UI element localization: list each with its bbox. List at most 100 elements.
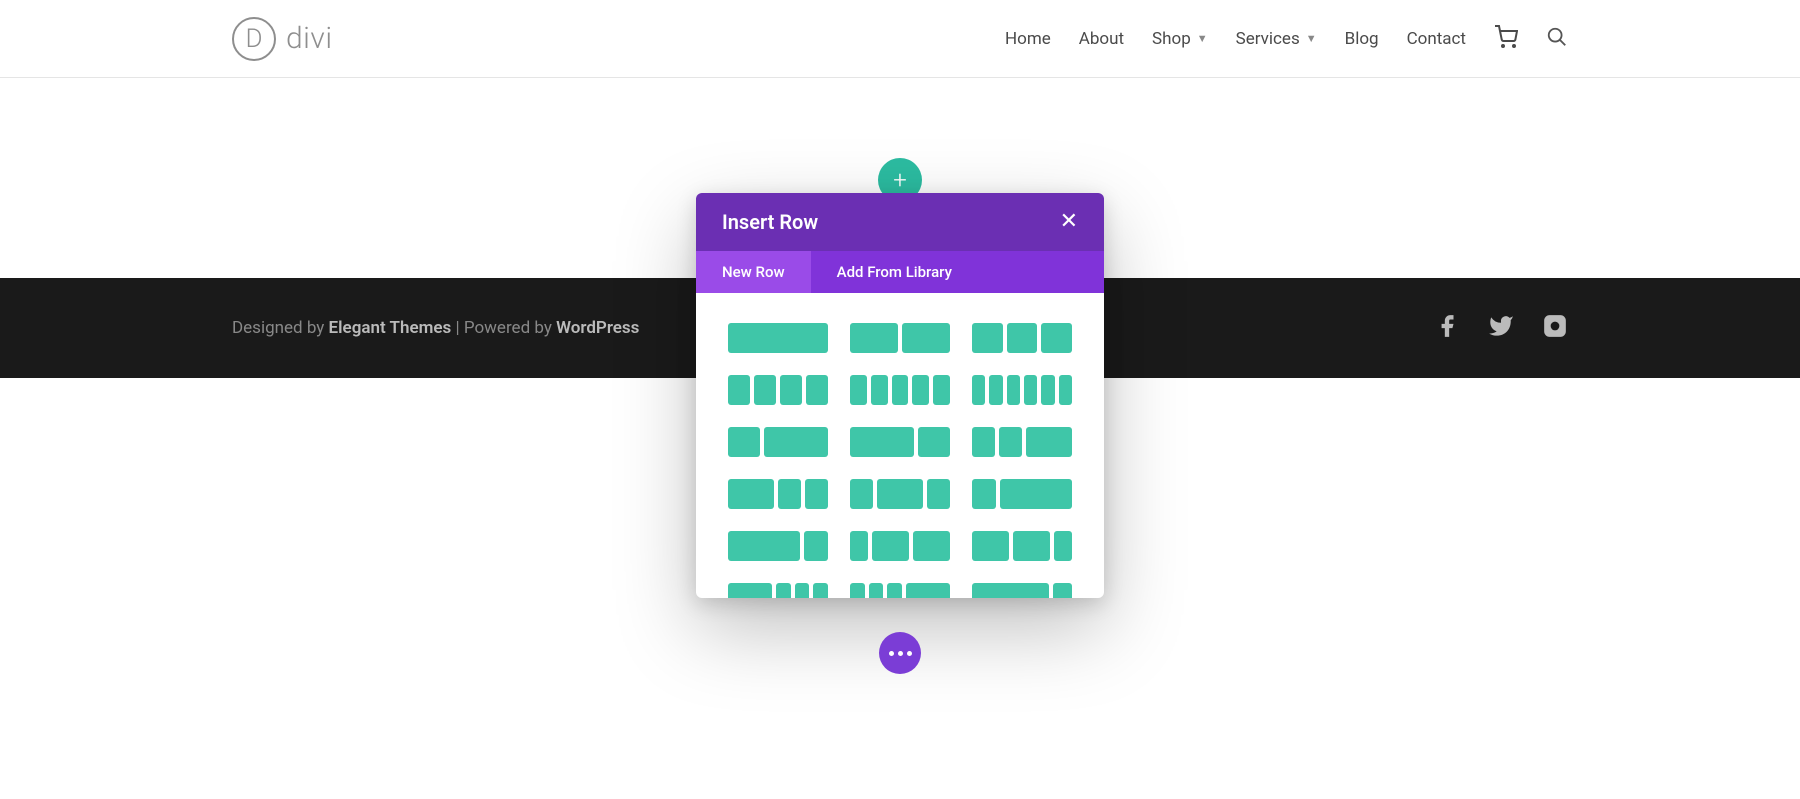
layout-column	[871, 375, 888, 405]
layout-column	[764, 427, 828, 457]
layout-column	[813, 583, 828, 598]
layout-column	[806, 375, 828, 405]
chevron-down-icon: ▼	[1306, 32, 1317, 45]
row-layout-option[interactable]	[850, 531, 950, 561]
layout-column	[999, 427, 1022, 457]
layout-column	[728, 375, 750, 405]
row-layout-option[interactable]	[972, 583, 1072, 598]
layout-column	[989, 375, 1002, 405]
cart-icon[interactable]	[1494, 25, 1518, 53]
footer-text: Designed by	[232, 318, 329, 338]
layout-column	[778, 479, 801, 509]
row-layouts-grid	[728, 323, 1072, 598]
plus-icon: +	[893, 166, 907, 194]
layout-column	[850, 479, 873, 509]
nav-about[interactable]: About	[1079, 29, 1124, 49]
row-layout-option[interactable]	[972, 323, 1072, 353]
layout-column	[804, 531, 828, 561]
row-layout-option[interactable]	[972, 375, 1072, 405]
layout-column	[728, 531, 800, 561]
layout-column	[728, 479, 774, 509]
layout-column	[1013, 531, 1050, 561]
row-layout-option[interactable]	[850, 375, 950, 405]
nav-label: Home	[1005, 29, 1051, 49]
nav-shop[interactable]: Shop ▼	[1152, 29, 1208, 49]
row-layout-option[interactable]	[728, 479, 828, 509]
footer-link-wordpress[interactable]: WordPress	[556, 318, 639, 338]
modal-header: Insert Row ✕	[696, 193, 1104, 251]
layout-column	[850, 531, 868, 561]
layout-column	[850, 323, 898, 353]
primary-nav: Home About Shop ▼ Services ▼ Blog Contact	[1005, 25, 1568, 53]
nav-services[interactable]: Services ▼	[1236, 29, 1317, 49]
facebook-icon[interactable]	[1434, 313, 1460, 344]
row-layout-option[interactable]	[850, 323, 950, 353]
nav-home[interactable]: Home	[1005, 29, 1051, 49]
row-layout-option[interactable]	[728, 427, 828, 457]
layout-column	[869, 583, 884, 598]
nav-label: About	[1079, 29, 1124, 49]
layout-column	[805, 479, 828, 509]
layout-column	[892, 375, 909, 405]
site-header: D divi Home About Shop ▼ Services ▼ Blog C…	[0, 0, 1800, 78]
layout-column	[1053, 583, 1072, 598]
row-layout-option[interactable]	[972, 479, 1072, 509]
layout-column	[776, 583, 791, 598]
layout-column	[850, 583, 865, 598]
row-layout-option[interactable]	[850, 479, 950, 509]
tab-add-from-library[interactable]: Add From Library	[811, 251, 978, 293]
row-layout-option[interactable]	[972, 427, 1072, 457]
nav-label: Blog	[1345, 29, 1379, 49]
row-layout-option[interactable]	[972, 531, 1072, 561]
layout-column	[912, 375, 929, 405]
layout-column	[1054, 531, 1072, 561]
more-options-button[interactable]	[879, 632, 921, 674]
row-layout-option[interactable]	[728, 375, 828, 405]
chevron-down-icon: ▼	[1197, 32, 1208, 45]
logo-mark: D	[232, 17, 276, 61]
modal-body	[696, 293, 1104, 598]
nav-blog[interactable]: Blog	[1345, 29, 1379, 49]
row-layout-option[interactable]	[728, 323, 828, 353]
layout-column	[1059, 375, 1072, 405]
nav-contact[interactable]: Contact	[1407, 29, 1466, 49]
logo-text: divi	[286, 21, 333, 56]
layout-column	[795, 583, 810, 598]
row-layout-option[interactable]	[728, 583, 828, 598]
layout-column	[902, 323, 950, 353]
close-icon[interactable]: ✕	[1060, 211, 1078, 233]
footer-credits: Designed by Elegant Themes | Powered by …	[232, 318, 639, 338]
layout-column	[887, 583, 902, 598]
layout-column	[728, 427, 760, 457]
insert-row-modal: Insert Row ✕ New Row Add From Library	[696, 193, 1104, 598]
layout-column	[1024, 375, 1037, 405]
layout-column	[1041, 323, 1072, 353]
search-icon[interactable]	[1546, 26, 1568, 52]
tab-new-row[interactable]: New Row	[696, 251, 811, 293]
twitter-icon[interactable]	[1488, 313, 1514, 344]
layout-column	[780, 375, 802, 405]
layout-column	[1041, 375, 1054, 405]
nav-label: Services	[1236, 29, 1300, 49]
instagram-icon[interactable]	[1542, 313, 1568, 344]
layout-column	[728, 323, 828, 353]
layout-column	[850, 375, 867, 405]
layout-column	[972, 479, 996, 509]
nav-label: Contact	[1407, 29, 1466, 49]
layout-column	[933, 375, 950, 405]
layout-column	[877, 479, 923, 509]
layout-column	[1026, 427, 1072, 457]
layout-column	[972, 323, 1003, 353]
row-layout-option[interactable]	[850, 583, 950, 598]
layout-column	[972, 427, 995, 457]
footer-link-themes[interactable]: Elegant Themes	[329, 318, 452, 338]
layout-column	[754, 375, 776, 405]
layout-column	[906, 583, 950, 598]
nav-label: Shop	[1152, 29, 1191, 49]
layout-column	[972, 531, 1009, 561]
row-layout-option[interactable]	[728, 531, 828, 561]
logo[interactable]: D divi	[232, 17, 333, 61]
layout-column	[927, 479, 950, 509]
row-layout-option[interactable]	[850, 427, 950, 457]
footer-text: | Powered by	[451, 318, 556, 338]
